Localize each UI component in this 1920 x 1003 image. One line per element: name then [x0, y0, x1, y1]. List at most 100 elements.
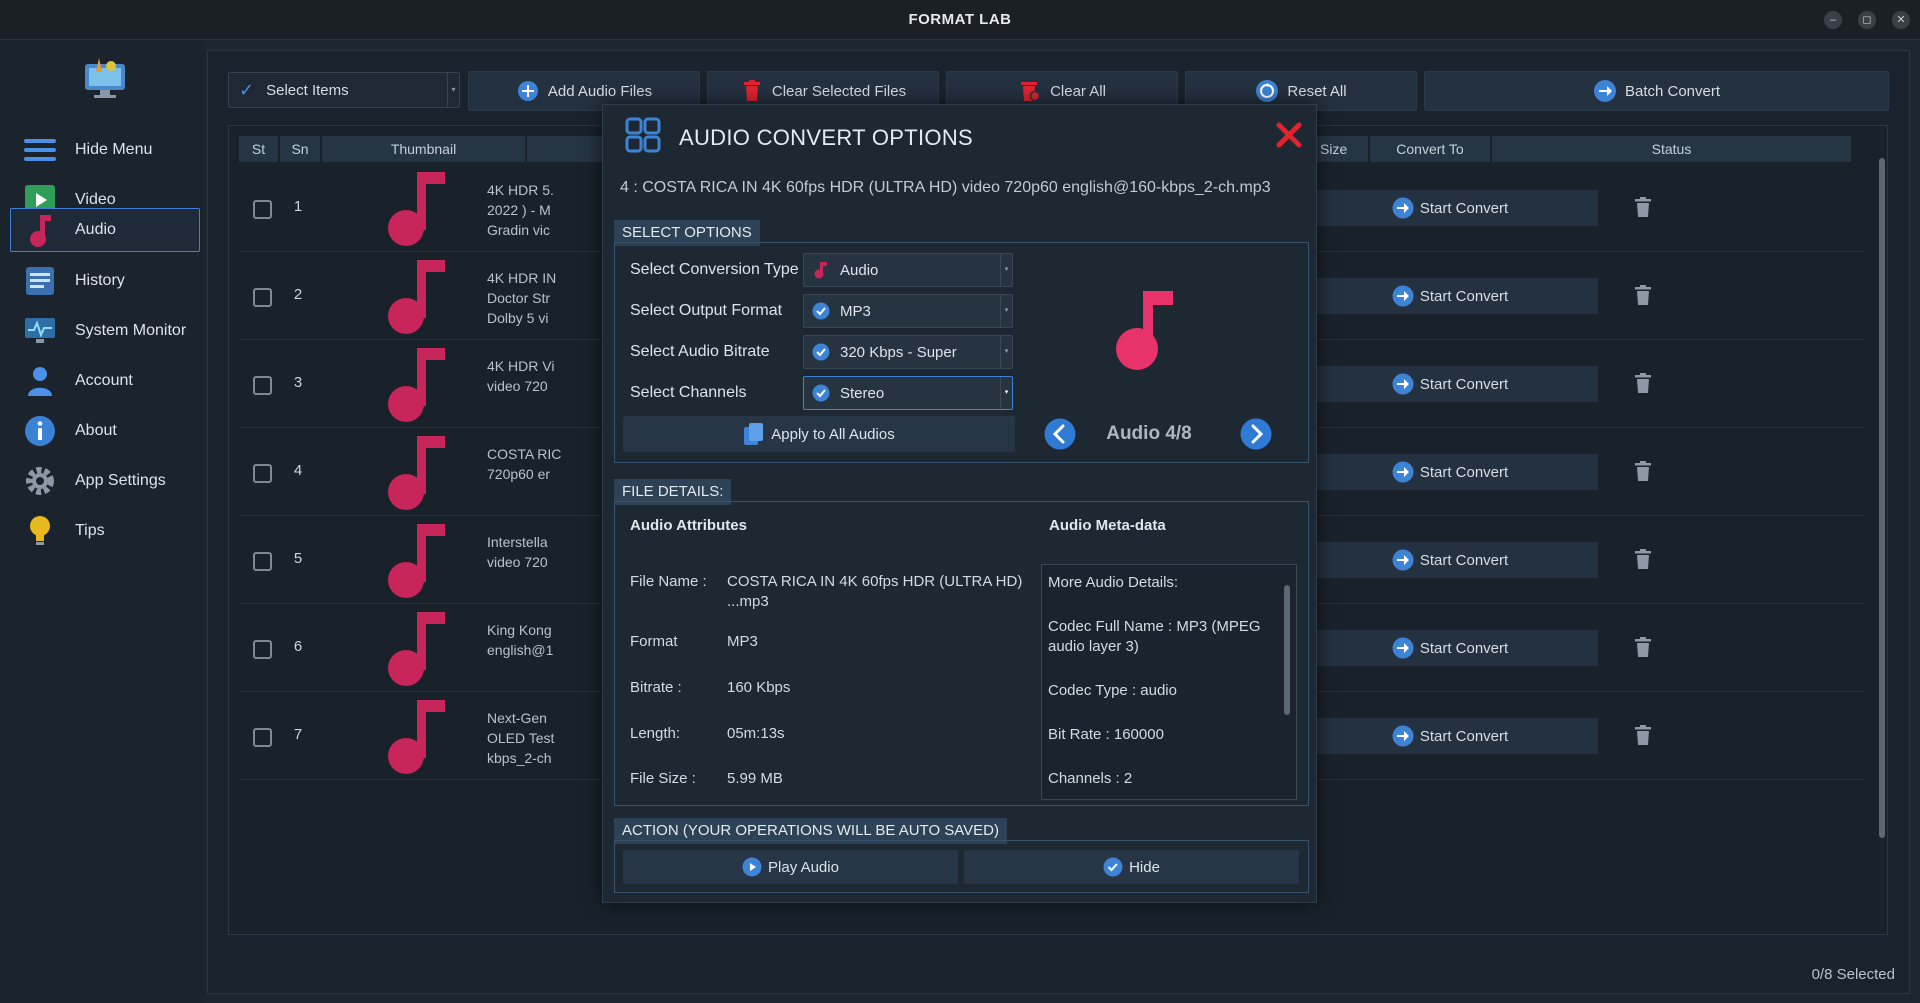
col-st[interactable]: St	[239, 136, 279, 162]
sidebar-item-system-monitor[interactable]: System Monitor	[10, 309, 200, 353]
row-checkbox[interactable]	[253, 640, 272, 659]
row-checkbox[interactable]	[253, 288, 272, 307]
chevron-down-icon[interactable]: ▾	[447, 73, 459, 107]
row-checkbox[interactable]	[253, 464, 272, 483]
maximize-button[interactable]: ◻	[1858, 11, 1876, 29]
check-circle-icon	[1103, 857, 1123, 877]
row-file-name-line: Next-Gen	[487, 710, 547, 726]
file-name-value-line1: COSTA RICA IN 4K 60fps HDR (ULTRA HD)	[727, 573, 1023, 590]
metadata-line: More Audio Details:	[1048, 574, 1179, 591]
row-checkbox[interactable]	[253, 376, 272, 395]
row-checkbox[interactable]	[253, 728, 272, 747]
check-circle-icon	[812, 384, 830, 402]
row-file-name-line: Dolby 5 vi	[487, 310, 549, 326]
trash-icon[interactable]	[1635, 285, 1651, 305]
row-file-name: King Kong english@1	[487, 620, 607, 680]
output-format-select[interactable]: MP3 ▾	[803, 294, 1013, 328]
metadata-line: Codec Full Name : MP3 (MPEG	[1048, 618, 1261, 635]
check-circle-icon	[812, 302, 830, 320]
arrow-circle-icon	[1593, 79, 1617, 103]
row-file-name-line: 4K HDR Vi	[487, 358, 555, 374]
batch-convert-button[interactable]: Batch Convert	[1424, 71, 1889, 111]
sidebar-item-label: Account	[75, 372, 133, 389]
metadata-line: Channels : 2	[1048, 770, 1133, 787]
row-file-name: Next-Gen OLED Test kbps_2-ch	[487, 708, 607, 768]
previous-audio-icon[interactable]	[1044, 418, 1076, 450]
length-key: Length:	[630, 725, 681, 742]
sidebar-item-app-settings[interactable]: App Settings	[10, 459, 200, 503]
start-convert-button[interactable]: Start Convert	[1302, 366, 1598, 402]
trash-icon[interactable]	[1635, 549, 1651, 569]
col-sn[interactable]: Sn	[280, 136, 321, 162]
selected-count: 0/8 Selected	[1811, 966, 1895, 983]
trash-icon	[740, 79, 764, 103]
audio-metadata-heading: Audio Meta-data	[1049, 517, 1166, 534]
hide-button[interactable]: Hide	[964, 850, 1299, 884]
start-convert-button[interactable]: Start Convert	[1302, 190, 1598, 226]
sidebar-item-account[interactable]: Account	[10, 359, 200, 403]
row-checkbox[interactable]	[253, 552, 272, 571]
row-file-name-line: Doctor Str	[487, 290, 551, 306]
music-note-icon	[814, 262, 827, 279]
sidebar-item-label: Tips	[75, 522, 105, 539]
start-convert-button[interactable]: Start Convert	[1302, 278, 1598, 314]
row-file-name-line: 720p60 er	[487, 466, 551, 482]
sidebar-item-label: System Monitor	[75, 322, 187, 339]
apply-to-all-audios-button[interactable]: Apply to All Audios	[623, 416, 1015, 452]
sidebar-item-label: Hide Menu	[75, 141, 153, 158]
metadata-list[interactable]: More Audio Details: Codec Full Name : MP…	[1041, 564, 1297, 800]
start-convert-button[interactable]: Start Convert	[1302, 542, 1598, 578]
close-icon[interactable]	[1275, 121, 1303, 149]
music-note-icon	[379, 696, 459, 776]
sidebar-item-history[interactable]: History	[10, 259, 200, 303]
start-convert-button[interactable]: Start Convert	[1302, 630, 1598, 666]
scrollbar-thumb[interactable]	[1879, 158, 1885, 838]
next-audio-icon[interactable]	[1240, 418, 1272, 450]
row-sn: 4	[293, 462, 303, 479]
close-window-button[interactable]: ✕	[1892, 11, 1910, 29]
chevron-down-icon: ▾	[1000, 254, 1012, 286]
sidebar-item-hide-menu[interactable]: Hide Menu	[10, 128, 200, 172]
sidebar-item-about[interactable]: About	[10, 409, 200, 453]
metadata-scrollbar[interactable]	[1284, 585, 1290, 715]
select-items-dropdown[interactable]: ✓ Select Items ▾	[228, 72, 460, 108]
play-audio-button[interactable]: Play Audio	[623, 850, 958, 884]
audio-bitrate-select[interactable]: 320 Kbps - Super ▾	[803, 335, 1013, 369]
monitor-icon	[23, 314, 57, 348]
table-scrollbar[interactable]	[1879, 148, 1885, 918]
metadata-line: audio layer 3)	[1048, 638, 1139, 655]
conversion-type-select[interactable]: Audio ▾	[803, 253, 1013, 287]
length-value: 05m:13s	[727, 725, 785, 742]
reset-icon	[1255, 79, 1279, 103]
trash-icon[interactable]	[1635, 373, 1651, 393]
minimize-button[interactable]: –	[1824, 11, 1842, 29]
audio-convert-dialog: AUDIO CONVERT OPTIONS 4 : COSTA RICA IN …	[602, 104, 1317, 903]
trash-icon[interactable]	[1635, 197, 1651, 217]
start-convert-button[interactable]: Start Convert	[1302, 718, 1598, 754]
col-convert-to[interactable]: Convert To	[1370, 136, 1491, 162]
start-convert-button[interactable]: Start Convert	[1302, 454, 1598, 490]
sidebar-item-label: App Settings	[75, 472, 166, 489]
sidebar-item-label: History	[75, 272, 125, 289]
row-sn: 1	[293, 198, 303, 215]
copy-icon	[744, 423, 764, 445]
trash-icon[interactable]	[1635, 725, 1651, 745]
col-thumbnail[interactable]: Thumbnail	[322, 136, 526, 162]
output-format-label: Select Output Format	[630, 302, 783, 319]
file-size-value: 5.99 MB	[727, 770, 783, 787]
row-checkbox[interactable]	[253, 200, 272, 219]
music-note-icon	[23, 213, 57, 247]
row-file-name-line: OLED Test	[487, 730, 555, 746]
info-icon	[23, 414, 57, 448]
sidebar-item-tips[interactable]: Tips	[10, 509, 200, 553]
col-status[interactable]: Status	[1492, 136, 1852, 162]
row-file-name-line: Interstella	[487, 534, 548, 550]
channels-select[interactable]: Stereo ▾	[803, 376, 1013, 410]
trash-icon[interactable]	[1635, 461, 1651, 481]
trash-icon[interactable]	[1635, 637, 1651, 657]
row-file-name: Interstella video 720	[487, 532, 607, 592]
sidebar-item-audio[interactable]: Audio	[10, 208, 200, 252]
check-icon: ✓	[239, 79, 255, 100]
dialog-file-name: 4 : COSTA RICA IN 4K 60fps HDR (ULTRA HD…	[620, 179, 1271, 196]
bulb-icon	[23, 514, 57, 548]
